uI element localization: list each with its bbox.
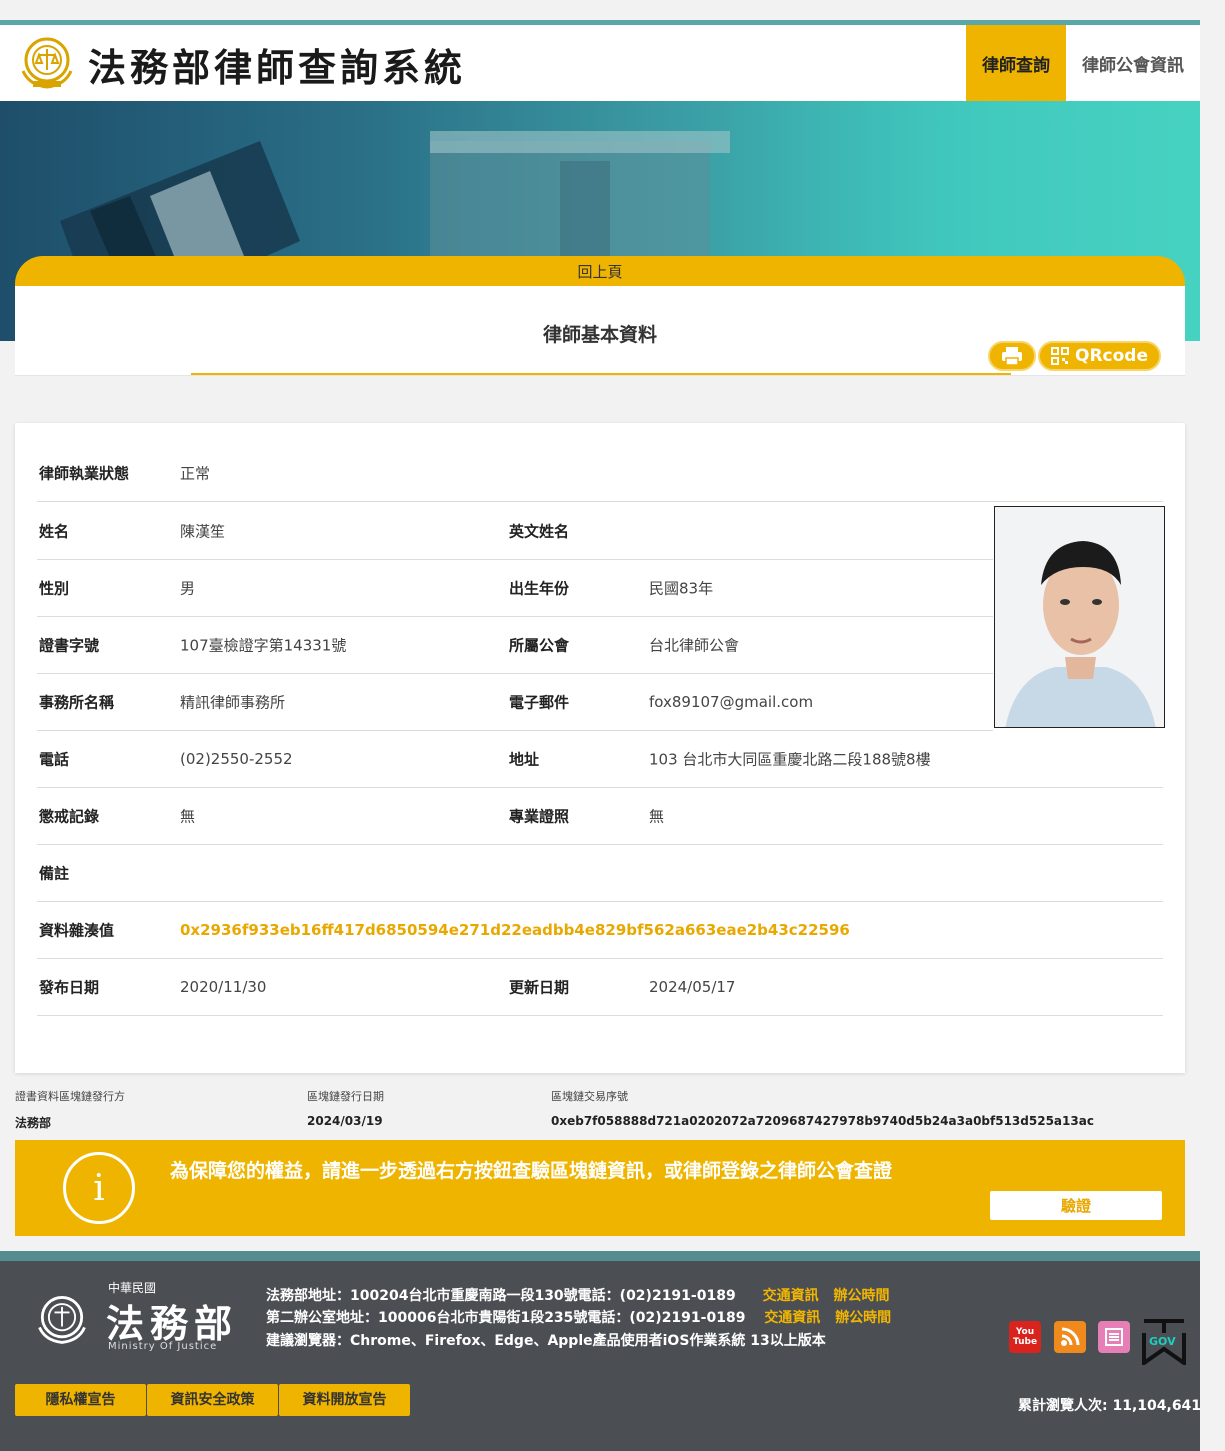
youtube-icon[interactable]: You Tube (1009, 1321, 1041, 1353)
gender-value: 男 (180, 579, 196, 598)
rss-icon[interactable] (1054, 1321, 1086, 1353)
main-nav: 律師查詢 律師公會資訊 (966, 25, 1200, 101)
footer-seal-icon (38, 1296, 86, 1344)
published-value: 2020/11/30 (180, 978, 267, 996)
open-data-policy-button[interactable]: 資料開放宣告 (279, 1384, 410, 1416)
printer-icon (1002, 347, 1022, 366)
footer-ministry: 法務部 (106, 1301, 239, 1346)
footer-address-1-text: 法務部地址：100204台北市重慶南路一段130號電話：(02)2191-018… (266, 1288, 736, 1304)
site-header: 法務部律師查詢系統 律師查詢 律師公會資訊 (0, 25, 1200, 101)
print-button[interactable] (988, 341, 1036, 371)
verify-banner: i 為保障您的權益，請進一步透過右方按鈕查驗區塊鏈資訊，或律師登錄之律師公會查證… (15, 1140, 1185, 1236)
gender-label: 性別 (39, 579, 70, 598)
site-footer: 中華民國 法務部 Ministry Of Justice 法務部地址：10020… (0, 1251, 1200, 1451)
footer-address-2: 第二辦公室地址：100006台北市貴陽街1段235號電話：(02)2191-01… (266, 1307, 891, 1327)
certificate-label: 證書字號 (39, 636, 100, 655)
chain-issuer-value: 法務部 (15, 1116, 52, 1130)
gender-row: 性別 男 出生年份 民國83年 (37, 560, 993, 617)
chain-date: 區塊鏈發行日期 2024/03/19 (307, 1088, 384, 1128)
site-title[interactable]: 法務部律師查詢系統 (88, 37, 466, 92)
updated-value: 2024/05/17 (649, 978, 736, 996)
specialty-value: 無 (649, 807, 665, 826)
phone-value: (02)2550-2552 (180, 750, 293, 768)
dates-row: 發布日期 2020/11/30 更新日期 2024/05/17 (37, 959, 1163, 1016)
footer-address-2-text: 第二辦公室地址：100006台北市貴陽街1段235號電話：(02)2191-01… (266, 1310, 746, 1326)
certificate-value: 107臺檢證字第14331號 (180, 636, 347, 655)
title-card: 律師基本資料 QRcode (15, 286, 1185, 376)
news-icon[interactable] (1098, 1321, 1130, 1353)
phone-label: 電話 (39, 750, 70, 769)
news-glyph (1105, 1328, 1123, 1346)
published-label: 發布日期 (39, 978, 100, 997)
discipline-value: 無 (180, 807, 196, 826)
traffic-link-2[interactable]: 交通資訊 (764, 1310, 820, 1326)
chain-tx-label: 區塊鏈交易序號 (551, 1090, 628, 1103)
chain-issuer-label: 證書資料區塊鏈發行方 (15, 1090, 125, 1103)
remarks-row: 備註 (37, 845, 1163, 902)
address-label: 地址 (509, 750, 540, 769)
email-label: 電子郵件 (509, 693, 570, 712)
hash-row: 資料雜湊值 0x2936f933eb16ff417d6850594e271d22… (37, 902, 1163, 959)
status-label: 律師執業狀態 (39, 464, 130, 483)
updated-label: 更新日期 (509, 978, 570, 997)
verify-message: 為保障您的權益，請進一步透過右方按鈕查驗區塊鏈資訊，或律師登錄之律師公會查證 (170, 1160, 893, 1182)
specialty-label: 專業證照 (509, 807, 570, 826)
qrcode-icon (1051, 347, 1069, 365)
nav-lawyer-search[interactable]: 律師查詢 (966, 25, 1066, 101)
hash-value-link[interactable]: 0x2936f933eb16ff417d6850594e271d22eadbb4… (180, 921, 850, 939)
chain-date-label: 區塊鏈發行日期 (307, 1090, 384, 1103)
chain-tx: 區塊鏈交易序號 0xeb7f058888d721a0202072a7209687… (551, 1088, 1094, 1128)
discipline-row: 懲戒記錄 無 專業證照 無 (37, 788, 1163, 845)
birth-year-value: 民國83年 (649, 579, 714, 598)
discipline-label: 懲戒記錄 (39, 807, 100, 826)
nav-bar-association-info[interactable]: 律師公會資訊 (1066, 25, 1200, 101)
name-value: 陳漢笙 (180, 522, 226, 541)
address-value: 103 台北市大同區重慶北路二段188號8樓 (649, 750, 931, 769)
status-value: 正常 (180, 464, 211, 483)
remarks-label: 備註 (39, 864, 70, 883)
gov-icon[interactable]: GOV (1142, 1319, 1186, 1365)
bar-association-label: 所屬公會 (509, 636, 570, 655)
birth-year-label: 出生年份 (509, 579, 570, 598)
back-button[interactable]: 回上頁 (15, 256, 1185, 286)
rss-glyph (1061, 1327, 1080, 1346)
lawyer-photo (994, 506, 1165, 728)
hours-link-1[interactable]: 辦公時間 (833, 1288, 889, 1304)
hash-label: 資料雜湊值 (39, 921, 115, 940)
ministry-seal-icon[interactable] (15, 33, 79, 91)
firm-label: 事務所名稱 (39, 693, 115, 712)
gov-text: GOV (1149, 1335, 1176, 1348)
youtube-text-bottom: Tube (1012, 1337, 1038, 1347)
footer-address-1: 法務部地址：100204台北市重慶南路一段130號電話：(02)2191-018… (266, 1285, 889, 1305)
chain-tx-value: 0xeb7f058888d721a0202072a7209687427978b9… (551, 1114, 1094, 1128)
footer-ministry-en: Ministry Of Justice (108, 1341, 218, 1352)
lawyer-info-card: 律師執業狀態 正常 姓名 陳漢笙 英文姓名 性別 男 出生年份 民國83年 證書… (15, 423, 1185, 1073)
chain-issuer: 證書資料區塊鏈發行方 法務部 (15, 1088, 125, 1131)
info-icon: i (63, 1152, 135, 1224)
english-name-label: 英文姓名 (509, 522, 570, 541)
traffic-link-1[interactable]: 交通資訊 (763, 1288, 819, 1304)
verify-button[interactable]: 驗證 (990, 1191, 1162, 1220)
portrait-image (995, 507, 1164, 727)
youtube-text-top: You (1015, 1327, 1035, 1337)
bar-association-value: 台北律師公會 (649, 636, 740, 655)
name-label: 姓名 (39, 522, 70, 541)
footer-accent-strip (0, 1251, 1200, 1261)
phone-row: 電話 (02)2550-2552 地址 103 台北市大同區重慶北路二段188號… (37, 731, 1163, 788)
status-row: 律師執業狀態 正常 (37, 445, 1163, 502)
certificate-row: 證書字號 107臺檢證字第14331號 所屬公會 台北律師公會 (37, 617, 993, 674)
email-value[interactable]: fox89107@gmail.com (649, 693, 813, 711)
privacy-policy-button[interactable]: 隱私權宣告 (15, 1384, 146, 1416)
footer-browser-note: 建議瀏覽器：Chrome、Firefox、Edge、Apple產品使用者iOS作… (266, 1333, 826, 1349)
name-row: 姓名 陳漢笙 英文姓名 (37, 503, 993, 560)
qrcode-label: QRcode (1075, 346, 1148, 366)
visit-counter: 累計瀏覽人次: 11,104,641 (1018, 1398, 1200, 1414)
chain-date-value: 2024/03/19 (307, 1114, 383, 1128)
hours-link-2[interactable]: 辦公時間 (835, 1310, 891, 1326)
qrcode-button[interactable]: QRcode (1038, 341, 1161, 371)
title-underline (191, 373, 1011, 375)
firm-value: 精訊律師事務所 (180, 693, 286, 712)
firm-row: 事務所名稱 精訊律師事務所 電子郵件 fox89107@gmail.com (37, 674, 993, 731)
security-policy-button[interactable]: 資訊安全政策 (147, 1384, 278, 1416)
